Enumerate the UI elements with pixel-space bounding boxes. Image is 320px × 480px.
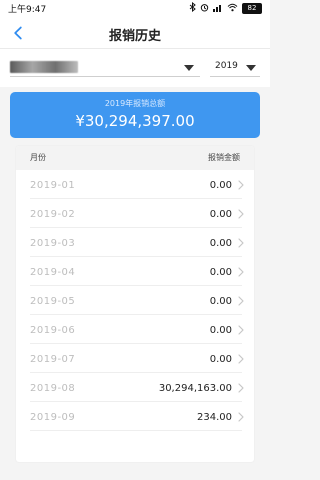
column-header-amount: 报销金额 xyxy=(208,153,240,162)
table-header: 月份 报销金额 xyxy=(16,146,254,170)
history-table: 月份 报销金额 2019-01 0.00 2019-02 0.00 2019-0… xyxy=(16,146,254,462)
bluetooth-icon xyxy=(189,1,196,15)
row-month: 2019-08 xyxy=(30,383,76,394)
chevron-right-icon xyxy=(238,238,244,248)
department-select[interactable] xyxy=(10,58,200,77)
row-amount: 0.00 xyxy=(209,354,232,365)
chevron-right-icon xyxy=(238,412,244,422)
summary-label: 2019年报销总额 xyxy=(104,99,166,108)
filter-bar: 2019 xyxy=(0,49,270,87)
row-month: 2019-03 xyxy=(30,238,76,249)
chevron-right-icon xyxy=(238,325,244,335)
table-rows: 2019-01 0.00 2019-02 0.00 2019-03 0.00 2… xyxy=(16,170,254,462)
status-icons: 82 xyxy=(189,1,262,15)
table-row[interactable]: 2019-02 0.00 xyxy=(16,199,254,228)
alarm-icon xyxy=(200,3,209,15)
row-amount: 0.00 xyxy=(209,267,232,278)
status-bar: 上午9:47 82 xyxy=(0,0,270,18)
table-row[interactable]: 2019-01 0.00 xyxy=(16,170,254,199)
table-row[interactable]: 2019-04 0.00 xyxy=(16,257,254,286)
chevron-right-icon xyxy=(238,296,244,306)
status-time: 上午9:47 xyxy=(8,5,47,15)
table-row[interactable]: 2019-09 234.00 xyxy=(16,402,254,431)
row-month: 2019-04 xyxy=(30,267,76,278)
row-amount: 0.00 xyxy=(209,238,232,249)
row-amount: 0.00 xyxy=(209,296,232,307)
row-month: 2019-09 xyxy=(30,412,76,423)
table-row[interactable]: 2019-05 0.00 xyxy=(16,286,254,315)
column-header-month: 月份 xyxy=(30,153,46,162)
row-month: 2019-06 xyxy=(30,325,76,336)
summary-amount: ¥30,294,397.00 xyxy=(75,112,195,130)
table-row[interactable]: 2019-07 0.00 xyxy=(16,344,254,373)
row-month: 2019-05 xyxy=(30,296,76,307)
chevron-down-icon xyxy=(184,65,194,71)
row-divider xyxy=(30,430,242,431)
battery-indicator: 82 xyxy=(242,3,262,14)
chevron-right-icon xyxy=(238,383,244,393)
department-value-blurred xyxy=(10,61,78,73)
chevron-right-icon xyxy=(238,180,244,190)
chevron-down-icon xyxy=(246,65,256,71)
chevron-right-icon xyxy=(238,354,244,364)
row-amount: 0.00 xyxy=(209,180,232,191)
row-amount: 234.00 xyxy=(197,412,232,423)
chevron-right-icon xyxy=(238,267,244,277)
row-month: 2019-07 xyxy=(30,354,76,365)
summary-card: 2019年报销总额 ¥30,294,397.00 xyxy=(10,92,260,138)
nav-bar: 报销历史 xyxy=(0,18,270,49)
table-row[interactable]: 2019-08 30,294,163.00 xyxy=(16,373,254,402)
row-month: 2019-02 xyxy=(30,209,76,220)
wifi-icon xyxy=(227,3,238,15)
signal-icon xyxy=(213,3,223,15)
row-amount: 0.00 xyxy=(209,325,232,336)
year-value: 2019 xyxy=(215,61,238,71)
year-select[interactable]: 2019 xyxy=(210,58,260,77)
table-row[interactable]: 2019-06 0.00 xyxy=(16,315,254,344)
row-month: 2019-01 xyxy=(30,180,76,191)
battery-percent: 82 xyxy=(247,4,257,12)
chevron-right-icon xyxy=(238,209,244,219)
page-title: 报销历史 xyxy=(108,29,161,44)
table-row[interactable]: 2019-03 0.00 xyxy=(16,228,254,257)
row-amount: 0.00 xyxy=(209,209,232,220)
row-amount: 30,294,163.00 xyxy=(158,383,232,394)
